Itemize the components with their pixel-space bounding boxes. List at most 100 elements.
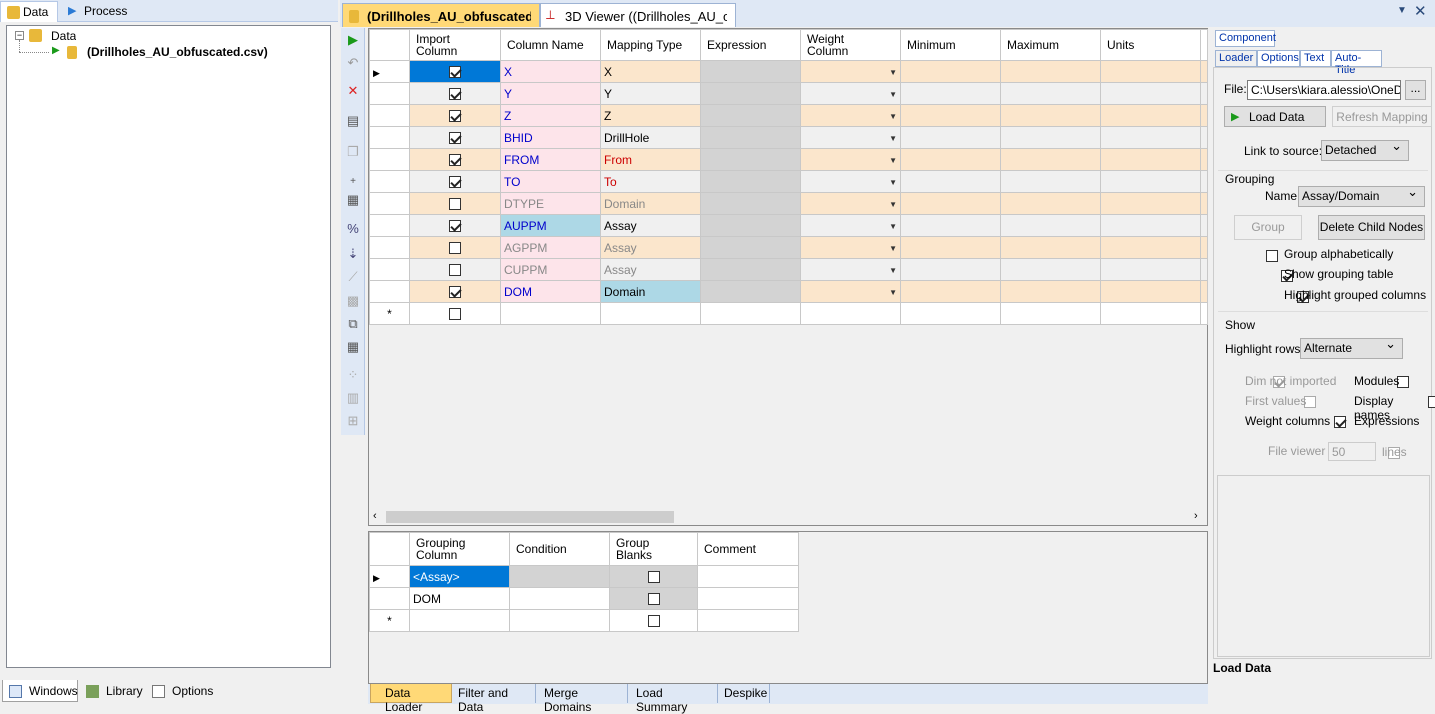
import-checkbox[interactable] [449, 264, 461, 277]
import-cell[interactable] [409, 192, 501, 215]
tab-library[interactable]: Library [80, 680, 144, 702]
units-cell[interactable] [1100, 126, 1201, 149]
dropdown-icon[interactable]: ▼ [889, 90, 897, 99]
import-checkbox[interactable] [449, 132, 461, 145]
units-cell[interactable] [1100, 258, 1201, 281]
column-mapping-grid[interactable]: Import Column Column Name Mapping Type E… [368, 28, 1208, 526]
empty-cell[interactable] [700, 302, 801, 325]
column-name-cell[interactable]: Y [500, 82, 601, 105]
header-maximum[interactable]: Maximum [1000, 29, 1101, 61]
doc-tab-3d-viewer[interactable]: ⟂ 3D Viewer ((Drillholes_AU_ob... [540, 3, 736, 27]
column-name-cell[interactable]: DTYPE [500, 192, 601, 215]
dropdown-icon[interactable]: ▼ [889, 222, 897, 231]
row-header[interactable] [369, 104, 410, 127]
mapping-type-cell[interactable]: To [600, 170, 701, 193]
maximum-cell[interactable] [1000, 170, 1101, 193]
import-checkbox[interactable] [449, 308, 461, 321]
units-cell[interactable] [1100, 192, 1201, 215]
maximum-cell[interactable] [1000, 280, 1101, 303]
row-header[interactable]: ▶ [369, 565, 410, 588]
units-cell[interactable] [1100, 280, 1201, 303]
delete-icon[interactable]: ✕ [345, 83, 361, 99]
mapping-type-cell[interactable]: Domain [600, 192, 701, 215]
expression-cell[interactable] [700, 236, 801, 259]
import-cell[interactable] [409, 170, 501, 193]
weight-columns-checkbox[interactable] [1334, 415, 1347, 428]
table-icon[interactable]: ▦ [345, 339, 361, 355]
dropdown-icon[interactable]: ▼ [889, 134, 897, 143]
mapping-type-cell[interactable]: X [600, 60, 701, 83]
tab-auto-title[interactable]: Auto-Title [1331, 50, 1382, 76]
empty-cell[interactable] [800, 302, 901, 325]
table-edit-icon[interactable]: ▤ [345, 113, 361, 129]
mapping-type-cell[interactable]: Y [600, 82, 701, 105]
merge-icon[interactable]: ⧉ [345, 316, 361, 332]
import-cell[interactable] [409, 214, 501, 237]
import-cell[interactable] [409, 126, 501, 149]
units-cell[interactable] [1100, 60, 1201, 83]
collapse-toggle[interactable]: − [15, 31, 24, 40]
minimum-cell[interactable] [900, 170, 1001, 193]
weight-column-cell[interactable]: ▼ [800, 214, 901, 237]
column-name-cell[interactable]: FROM [500, 148, 601, 171]
weight-column-cell[interactable]: ▼ [800, 60, 901, 83]
tab-filter-and-data[interactable]: Filter and Data [452, 684, 536, 714]
maximum-cell[interactable] [1000, 104, 1101, 127]
header-weight-column[interactable]: Weight Column [800, 29, 901, 61]
file-viewer-lines-field[interactable]: 50 [1328, 442, 1376, 461]
tab-options[interactable]: Options [1257, 50, 1300, 67]
row-header[interactable]: ▶ [369, 60, 410, 83]
group-blanks-checkbox[interactable] [647, 571, 660, 584]
header-grouping-column[interactable]: Grouping Column [409, 532, 510, 566]
maximum-cell[interactable] [1000, 148, 1101, 171]
import-cell[interactable] [409, 258, 501, 281]
row-header[interactable] [369, 280, 410, 303]
expression-cell[interactable] [700, 192, 801, 215]
run-icon[interactable]: ▶ [345, 32, 361, 48]
group-button[interactable]: Group [1234, 215, 1302, 240]
minimum-cell[interactable] [900, 60, 1001, 83]
header-minimum[interactable]: Minimum [900, 29, 1001, 61]
dropdown-icon[interactable]: ▼ [889, 200, 897, 209]
copy-icon[interactable]: ❐ [345, 144, 361, 160]
row-header[interactable] [369, 258, 410, 281]
weight-column-cell[interactable]: ▼ [800, 104, 901, 127]
minimum-cell[interactable] [900, 104, 1001, 127]
weight-column-cell[interactable]: ▼ [800, 148, 901, 171]
minimum-cell[interactable] [900, 192, 1001, 215]
maximum-cell[interactable] [1000, 258, 1101, 281]
doc-tab-drillholes[interactable]: (Drillholes_AU_obfuscated.... [342, 3, 540, 27]
header-import-column[interactable]: Import Column [409, 29, 501, 61]
header-column-name[interactable]: Column Name [500, 29, 601, 61]
import-checkbox[interactable] [449, 176, 461, 189]
plot-icon[interactable]: ⊞ [345, 413, 361, 429]
units-cell[interactable] [1100, 104, 1201, 127]
units-cell[interactable] [1100, 236, 1201, 259]
expression-cell[interactable] [700, 104, 801, 127]
column-name-cell[interactable]: TO [500, 170, 601, 193]
expression-cell[interactable] [700, 280, 801, 303]
grouping-name-select[interactable]: Assay/Domain [1298, 185, 1425, 207]
expression-cell[interactable] [700, 60, 801, 83]
minimum-cell[interactable] [900, 82, 1001, 105]
dropdown-icon[interactable]: ▼ [889, 244, 897, 253]
import-checkbox[interactable] [449, 286, 461, 299]
weight-column-cell[interactable]: ▼ [800, 170, 901, 193]
header-mapping-type[interactable]: Mapping Type [600, 29, 701, 61]
expression-cell[interactable] [700, 126, 801, 149]
column-name-cell[interactable]: X [500, 60, 601, 83]
units-cell[interactable] [1100, 148, 1201, 171]
mapping-type-cell[interactable]: From [600, 148, 701, 171]
tree-child-label[interactable]: (Drillholes_AU_obfuscated.csv) [87, 45, 268, 59]
highlight-rows-select[interactable]: Alternate [1300, 337, 1403, 359]
horizontal-scrollbar[interactable]: ‹ › [370, 509, 1206, 525]
mapping-type-cell[interactable]: Assay [600, 236, 701, 259]
expression-cell[interactable] [700, 258, 801, 281]
empty-cell[interactable] [509, 609, 610, 632]
import-cell[interactable] [409, 302, 501, 325]
group-blanks-checkbox[interactable] [647, 615, 660, 628]
row-header[interactable] [369, 170, 410, 193]
tab-merge-domains[interactable]: Merge Domains [538, 684, 628, 714]
grouping-column-cell[interactable]: <Assay> [409, 565, 510, 588]
mapping-type-cell[interactable]: DrillHole [600, 126, 701, 149]
